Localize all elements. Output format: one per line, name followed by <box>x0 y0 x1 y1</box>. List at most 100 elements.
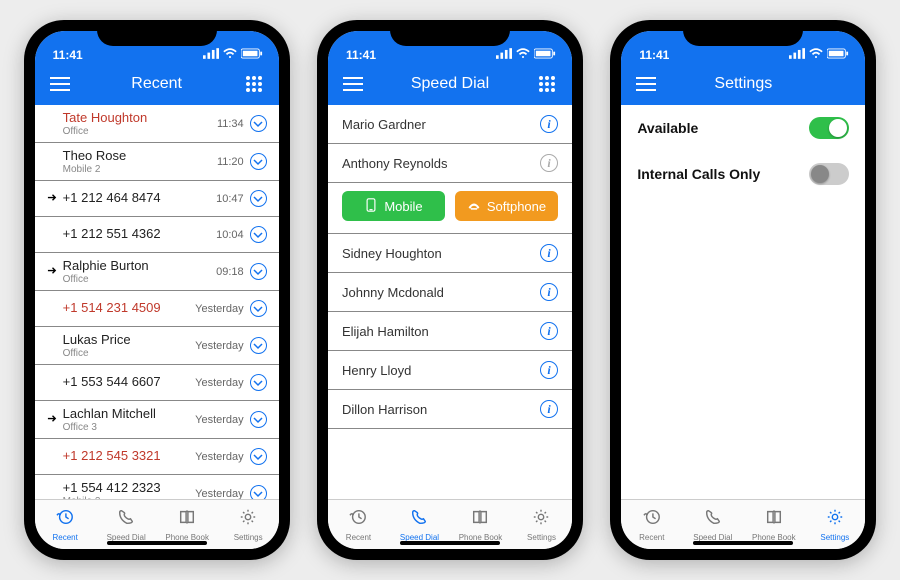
wifi-icon <box>516 48 530 62</box>
expand-button[interactable] <box>250 300 267 317</box>
recent-row[interactable]: +1 554 412 2323Mobile 2Yesterday <box>35 475 279 499</box>
settings-icon <box>239 508 257 531</box>
battery-icon <box>241 48 263 62</box>
phonebook-icon <box>765 508 783 531</box>
call-time: Yesterday <box>195 488 244 499</box>
phone-mock: 11:41 Settings AvailableInternal Calls O… <box>610 20 876 560</box>
speeddial-row[interactable]: Elijah Hamiltoni <box>328 312 572 351</box>
expand-button[interactable] <box>250 153 267 170</box>
navbar: Recent <box>35 63 279 105</box>
status-time: 11:41 <box>346 48 376 62</box>
menu-button[interactable] <box>635 73 657 95</box>
tab-settings[interactable]: Settings <box>218 500 279 549</box>
info-button[interactable]: i <box>540 283 558 301</box>
call-name: +1 212 464 8474 <box>63 191 216 206</box>
call-softphone-button[interactable]: Softphone <box>455 191 558 221</box>
speeddial-icon <box>410 508 428 531</box>
recent-row[interactable]: +1 212 545 3321Yesterday <box>35 439 279 475</box>
expand-button[interactable] <box>250 448 267 465</box>
menu-button[interactable] <box>49 73 71 95</box>
call-time: Yesterday <box>195 451 244 463</box>
page-title: Speed Dial <box>411 75 489 93</box>
mobile-icon <box>364 198 378 215</box>
recent-row[interactable]: +1 212 551 436210:04 <box>35 217 279 253</box>
expand-button[interactable] <box>250 226 267 243</box>
call-softphone-label: Softphone <box>487 199 546 214</box>
menu-button[interactable] <box>342 73 364 95</box>
call-name: Theo Rose <box>63 149 217 164</box>
page-title: Recent <box>131 75 182 93</box>
tab-label: Recent <box>639 533 664 542</box>
contact-name: Anthony Reynolds <box>342 156 540 171</box>
speeddial-list: Mario GardneriAnthony ReynoldsiMobileSof… <box>328 105 572 499</box>
settings-row: Internal Calls Only <box>621 151 865 197</box>
settings-icon <box>532 508 550 531</box>
info-button[interactable]: i <box>540 244 558 262</box>
tab-label: Recent <box>52 533 77 542</box>
setting-label: Available <box>637 120 698 136</box>
keypad-button[interactable] <box>243 73 265 95</box>
expand-button[interactable] <box>250 190 267 207</box>
speeddial-row[interactable]: Anthony Reynoldsi <box>328 144 572 183</box>
info-button[interactable]: i <box>540 115 558 133</box>
tab-recent[interactable]: Recent <box>35 500 96 549</box>
expand-button[interactable] <box>250 337 267 354</box>
setting-toggle[interactable] <box>809 163 849 185</box>
recent-row[interactable]: +1 212 464 847410:47 <box>35 181 279 217</box>
info-button[interactable]: i <box>540 361 558 379</box>
call-name: Lachlan Mitchell <box>63 407 195 422</box>
contact-name: Henry Lloyd <box>342 363 540 378</box>
home-indicator <box>400 541 500 545</box>
tab-label: Settings <box>527 533 556 542</box>
page-title: Settings <box>714 75 772 93</box>
recent-list: Tate HoughtonOffice11:34Theo RoseMobile … <box>35 105 279 499</box>
recent-row[interactable]: Tate HoughtonOffice11:34 <box>35 105 279 143</box>
recent-row[interactable]: Theo RoseMobile 211:20 <box>35 143 279 181</box>
tab-label: Recent <box>346 533 371 542</box>
status-time: 11:41 <box>53 48 83 62</box>
recent-row[interactable]: Lachlan MitchellOffice 3Yesterday <box>35 401 279 439</box>
call-mobile-button[interactable]: Mobile <box>342 191 445 221</box>
setting-toggle[interactable] <box>809 117 849 139</box>
call-mobile-label: Mobile <box>384 199 422 214</box>
info-button[interactable]: i <box>540 322 558 340</box>
home-indicator <box>107 541 207 545</box>
keypad-button[interactable] <box>536 73 558 95</box>
speeddial-row[interactable]: Sidney Houghtoni <box>328 234 572 273</box>
call-time: Yesterday <box>195 414 244 426</box>
call-subtitle: Office <box>63 349 195 359</box>
recent-row[interactable]: Lukas PriceOfficeYesterday <box>35 327 279 365</box>
settings-list: Available Internal Calls Only <box>621 105 865 499</box>
speeddial-row[interactable]: Henry Lloydi <box>328 351 572 390</box>
tab-label: Settings <box>820 533 849 542</box>
call-name: Ralphie Burton <box>63 259 216 274</box>
call-time: Yesterday <box>195 303 244 315</box>
settings-icon <box>826 508 844 531</box>
speeddial-row[interactable]: Mario Gardneri <box>328 105 572 144</box>
home-indicator <box>693 541 793 545</box>
call-name: +1 553 544 6607 <box>63 375 195 390</box>
phone-mock: 11:41 Recent Tate HoughtonOffice11:34The… <box>24 20 290 560</box>
speeddial-row[interactable]: Johnny Mcdonaldi <box>328 273 572 312</box>
call-time: 10:04 <box>216 229 244 241</box>
tab-settings[interactable]: Settings <box>511 500 572 549</box>
expand-button[interactable] <box>250 485 267 499</box>
expand-button[interactable] <box>250 263 267 280</box>
battery-icon <box>827 48 849 62</box>
expand-button[interactable] <box>250 411 267 428</box>
call-name: Tate Houghton <box>63 111 217 126</box>
call-name: +1 514 231 4509 <box>63 301 195 316</box>
recent-row[interactable]: +1 514 231 4509Yesterday <box>35 291 279 327</box>
speeddial-row[interactable]: Dillon Harrisoni <box>328 390 572 429</box>
tab-recent[interactable]: Recent <box>328 500 389 549</box>
speeddial-icon <box>117 508 135 531</box>
recent-row[interactable]: Ralphie BurtonOffice09:18 <box>35 253 279 291</box>
phonebook-icon <box>471 508 489 531</box>
expand-button[interactable] <box>250 374 267 391</box>
expand-button[interactable] <box>250 115 267 132</box>
recent-row[interactable]: +1 553 544 6607Yesterday <box>35 365 279 401</box>
call-name: +1 554 412 2323 <box>63 481 195 496</box>
info-button[interactable]: i <box>540 400 558 418</box>
tab-settings[interactable]: Settings <box>804 500 865 549</box>
tab-recent[interactable]: Recent <box>621 500 682 549</box>
